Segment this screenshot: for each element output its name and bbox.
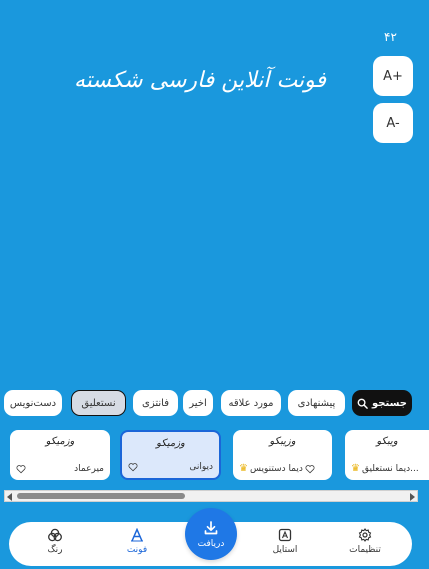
chip-recent[interactable]: اخیر	[183, 390, 213, 416]
style-frame-icon	[278, 528, 292, 542]
search-chip[interactable]: جستجو	[352, 390, 412, 416]
nav-font[interactable]: فونت	[107, 528, 167, 562]
font-name: دیوانی	[189, 462, 213, 472]
heart-icon[interactable]	[128, 462, 138, 472]
download-icon	[204, 520, 218, 534]
scrollbar-thumb[interactable]	[17, 493, 185, 499]
download-button[interactable]: دریافت	[185, 508, 237, 560]
font-sample: وزمیکو	[156, 438, 185, 449]
cards-scrollbar[interactable]	[4, 490, 418, 502]
font-cards: وزمیکو میرعماد وزمیکو دیوانی وزیبکو ♛ دی…	[0, 430, 429, 482]
nav-style[interactable]: استایل	[255, 528, 315, 562]
scroll-right-icon[interactable]	[410, 493, 415, 501]
font-sample: وزیبکو	[269, 436, 296, 447]
chip-fantasy[interactable]: فانتزی	[133, 390, 178, 416]
increase-font-size-button[interactable]: A+	[373, 56, 413, 96]
font-name: میرعماد	[74, 464, 104, 474]
font-card-dima-dastnevis[interactable]: وزیبکو ♛ دیما دستنویس	[233, 430, 332, 480]
heart-icon[interactable]	[16, 464, 26, 474]
scroll-left-icon[interactable]	[7, 493, 12, 501]
font-name: دیما نستعلیق...	[361, 463, 419, 474]
decrease-font-size-button[interactable]: A-	[373, 103, 413, 143]
font-size-value: ۴۲	[384, 30, 397, 44]
gear-icon	[358, 528, 372, 542]
search-chip-label: جستجو	[372, 397, 407, 409]
nav-color[interactable]: رنگ	[25, 528, 85, 562]
chip-handwriting[interactable]: دست‌نویس	[4, 390, 62, 416]
font-name: دیما دستنویس	[249, 463, 303, 474]
color-circles-icon	[48, 528, 62, 542]
nav-color-label: رنگ	[47, 545, 63, 555]
font-card-mir-emad[interactable]: وزمیکو میرعماد	[10, 430, 110, 480]
chip-favorites[interactable]: مورد علاقه	[221, 390, 281, 416]
nav-settings-label: تنظیمات	[349, 545, 381, 555]
crown-icon: ♛	[239, 463, 248, 474]
preview-text[interactable]: فونت آنلاین فارسی شکسته	[70, 58, 330, 102]
chip-suggested[interactable]: پیشنهادی	[288, 390, 345, 416]
nav-font-label: فونت	[126, 545, 148, 555]
font-card-dima-nastaliq[interactable]: ویبکو ♛ دیما نستعلیق...	[345, 430, 429, 480]
chip-nastaliq[interactable]: نستعلیق	[71, 390, 126, 416]
heart-icon[interactable]	[305, 464, 315, 474]
search-icon	[357, 398, 368, 409]
font-card-divani[interactable]: وزمیکو دیوانی	[120, 430, 221, 480]
nav-settings[interactable]: تنظیمات	[335, 528, 395, 562]
font-sample: وزمیکو	[45, 436, 75, 447]
category-chips: دست‌نویس نستعلیق فانتزی اخیر مورد علاقه …	[0, 390, 429, 416]
download-label: دریافت	[197, 538, 225, 549]
crown-icon: ♛	[351, 463, 360, 474]
font-sample: ویبکو	[376, 436, 398, 447]
font-a-icon	[131, 528, 143, 542]
nav-style-label: استایل	[272, 545, 298, 555]
